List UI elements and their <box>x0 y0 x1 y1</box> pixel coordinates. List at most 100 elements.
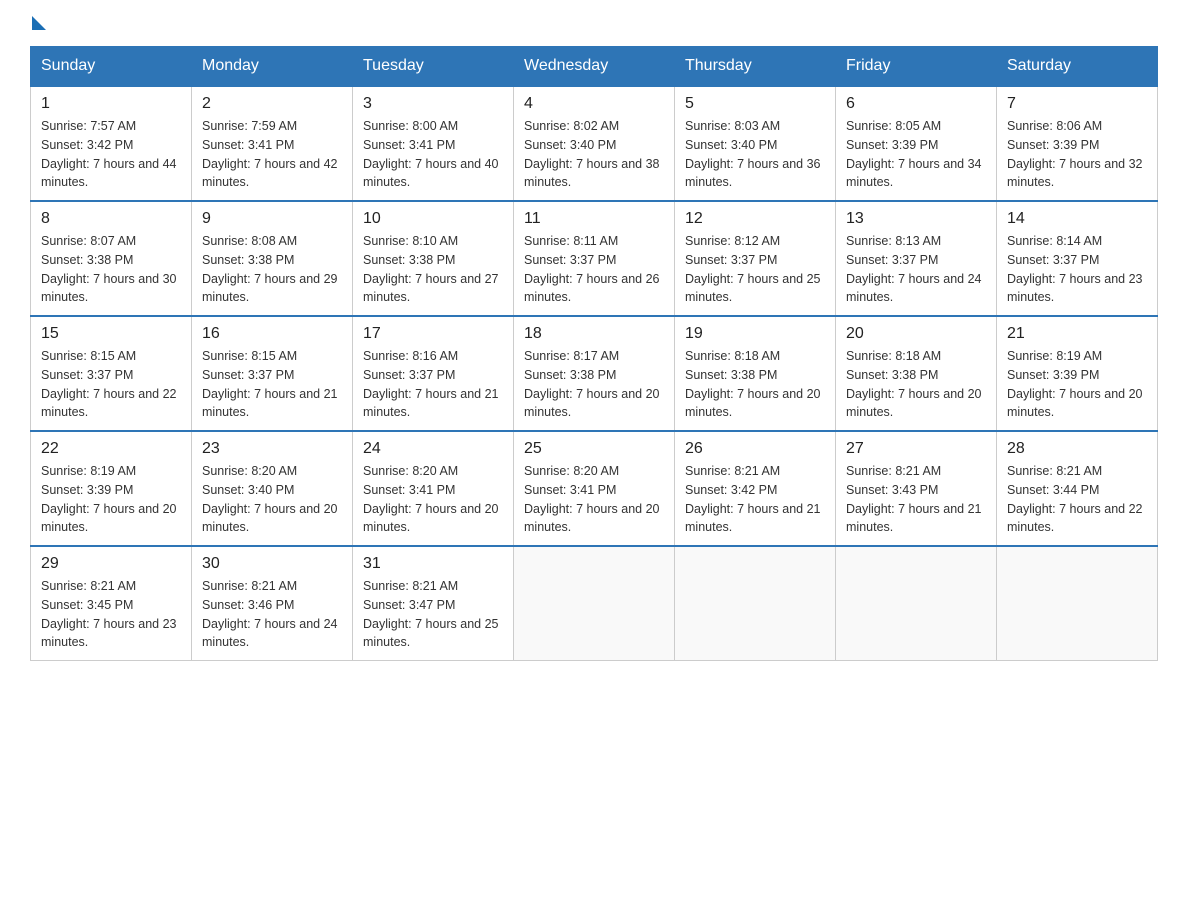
day-number: 17 <box>363 325 503 343</box>
calendar-cell: 13 Sunrise: 8:13 AMSunset: 3:37 PMDayligh… <box>836 201 997 316</box>
logo-area <box>30 20 46 26</box>
day-number: 22 <box>41 440 181 458</box>
calendar-cell: 23 Sunrise: 8:20 AMSunset: 3:40 PMDayligh… <box>192 431 353 546</box>
calendar-cell: 9 Sunrise: 8:08 AMSunset: 3:38 PMDaylight… <box>192 201 353 316</box>
day-number: 28 <box>1007 440 1147 458</box>
day-info: Sunrise: 8:07 AMSunset: 3:38 PMDaylight:… <box>41 232 181 307</box>
day-info: Sunrise: 7:59 AMSunset: 3:41 PMDaylight:… <box>202 117 342 192</box>
calendar-cell: 8 Sunrise: 8:07 AMSunset: 3:38 PMDaylight… <box>31 201 192 316</box>
calendar-cell: 6Sunrise: 8:05 AMSunset: 3:39 PMDaylight… <box>836 86 997 201</box>
day-info: Sunrise: 8:21 AMSunset: 3:44 PMDaylight:… <box>1007 462 1147 537</box>
day-info: Sunrise: 8:21 AMSunset: 3:42 PMDaylight:… <box>685 462 825 537</box>
day-info: Sunrise: 8:14 AMSunset: 3:37 PMDaylight:… <box>1007 232 1147 307</box>
calendar-cell: 31Sunrise: 8:21 AMSunset: 3:47 PMDayligh… <box>353 546 514 661</box>
day-number: 2 <box>202 95 342 113</box>
day-info: Sunrise: 8:20 AMSunset: 3:41 PMDaylight:… <box>524 462 664 537</box>
day-number: 25 <box>524 440 664 458</box>
calendar-cell: 5Sunrise: 8:03 AMSunset: 3:40 PMDaylight… <box>675 86 836 201</box>
day-number: 20 <box>846 325 986 343</box>
day-info: Sunrise: 8:16 AMSunset: 3:37 PMDaylight:… <box>363 347 503 422</box>
calendar-cell: 21Sunrise: 8:19 AMSunset: 3:39 PMDayligh… <box>997 316 1158 431</box>
calendar-cell: 29 Sunrise: 8:21 AMSunset: 3:45 PMDayligh… <box>31 546 192 661</box>
calendar-cell <box>997 546 1158 661</box>
day-number: 27 <box>846 440 986 458</box>
calendar-cell: 3 Sunrise: 8:00 AMSunset: 3:41 PMDaylight… <box>353 86 514 201</box>
day-info: Sunrise: 8:10 AMSunset: 3:38 PMDaylight:… <box>363 232 503 307</box>
calendar-week-row: 29 Sunrise: 8:21 AMSunset: 3:45 PMDayligh… <box>31 546 1158 661</box>
day-number: 13 <box>846 210 986 228</box>
calendar-cell: 30 Sunrise: 8:21 AMSunset: 3:46 PMDayligh… <box>192 546 353 661</box>
day-info: Sunrise: 8:21 AMSunset: 3:43 PMDaylight:… <box>846 462 986 537</box>
calendar-cell: 18 Sunrise: 8:17 AMSunset: 3:38 PMDayligh… <box>514 316 675 431</box>
calendar-cell: 22 Sunrise: 8:19 AMSunset: 3:39 PMDayligh… <box>31 431 192 546</box>
calendar-cell: 15 Sunrise: 8:15 AMSunset: 3:37 PMDayligh… <box>31 316 192 431</box>
day-number: 19 <box>685 325 825 343</box>
logo <box>30 20 46 30</box>
day-number: 18 <box>524 325 664 343</box>
calendar-cell <box>675 546 836 661</box>
weekday-header-thursday: Thursday <box>675 47 836 87</box>
calendar-cell: 2 Sunrise: 7:59 AMSunset: 3:41 PMDaylight… <box>192 86 353 201</box>
day-info: Sunrise: 8:13 AMSunset: 3:37 PMDaylight:… <box>846 232 986 307</box>
calendar-cell: 11Sunrise: 8:11 AMSunset: 3:37 PMDayligh… <box>514 201 675 316</box>
day-number: 26 <box>685 440 825 458</box>
calendar-cell: 17 Sunrise: 8:16 AMSunset: 3:37 PMDayligh… <box>353 316 514 431</box>
day-info: Sunrise: 8:02 AMSunset: 3:40 PMDaylight:… <box>524 117 664 192</box>
calendar-cell: 19 Sunrise: 8:18 AMSunset: 3:38 PMDayligh… <box>675 316 836 431</box>
page-header <box>30 20 1158 26</box>
calendar-cell: 10 Sunrise: 8:10 AMSunset: 3:38 PMDayligh… <box>353 201 514 316</box>
calendar-cell: 7Sunrise: 8:06 AMSunset: 3:39 PMDaylight… <box>997 86 1158 201</box>
day-number: 30 <box>202 555 342 573</box>
weekday-header-sunday: Sunday <box>31 47 192 87</box>
day-number: 11 <box>524 210 664 228</box>
day-number: 9 <box>202 210 342 228</box>
day-info: Sunrise: 8:03 AMSunset: 3:40 PMDaylight:… <box>685 117 825 192</box>
day-number: 4 <box>524 95 664 113</box>
day-number: 8 <box>41 210 181 228</box>
calendar-cell: 24Sunrise: 8:20 AMSunset: 3:41 PMDayligh… <box>353 431 514 546</box>
day-number: 29 <box>41 555 181 573</box>
day-number: 12 <box>685 210 825 228</box>
day-info: Sunrise: 8:08 AMSunset: 3:38 PMDaylight:… <box>202 232 342 307</box>
day-number: 15 <box>41 325 181 343</box>
calendar-cell: 20 Sunrise: 8:18 AMSunset: 3:38 PMDayligh… <box>836 316 997 431</box>
day-info: Sunrise: 8:00 AMSunset: 3:41 PMDaylight:… <box>363 117 503 192</box>
calendar-cell: 28 Sunrise: 8:21 AMSunset: 3:44 PMDayligh… <box>997 431 1158 546</box>
day-number: 7 <box>1007 95 1147 113</box>
weekday-header-wednesday: Wednesday <box>514 47 675 87</box>
day-number: 23 <box>202 440 342 458</box>
day-info: Sunrise: 8:05 AMSunset: 3:39 PMDaylight:… <box>846 117 986 192</box>
day-number: 3 <box>363 95 503 113</box>
day-info: Sunrise: 8:18 AMSunset: 3:38 PMDaylight:… <box>685 347 825 422</box>
weekday-header-friday: Friday <box>836 47 997 87</box>
calendar-cell: 14 Sunrise: 8:14 AMSunset: 3:37 PMDayligh… <box>997 201 1158 316</box>
day-number: 14 <box>1007 210 1147 228</box>
day-info: Sunrise: 8:21 AMSunset: 3:46 PMDaylight:… <box>202 577 342 652</box>
calendar-cell: 12 Sunrise: 8:12 AMSunset: 3:37 PMDayligh… <box>675 201 836 316</box>
day-info: Sunrise: 8:12 AMSunset: 3:37 PMDaylight:… <box>685 232 825 307</box>
day-number: 10 <box>363 210 503 228</box>
calendar-week-row: 1 Sunrise: 7:57 AMSunset: 3:42 PMDaylight… <box>31 86 1158 201</box>
day-info: Sunrise: 8:20 AMSunset: 3:40 PMDaylight:… <box>202 462 342 537</box>
calendar-cell: 4 Sunrise: 8:02 AMSunset: 3:40 PMDaylight… <box>514 86 675 201</box>
weekday-header-monday: Monday <box>192 47 353 87</box>
calendar-cell: 16 Sunrise: 8:15 AMSunset: 3:37 PMDayligh… <box>192 316 353 431</box>
calendar-cell: 26 Sunrise: 8:21 AMSunset: 3:42 PMDayligh… <box>675 431 836 546</box>
logo-triangle-icon <box>32 16 46 30</box>
day-number: 16 <box>202 325 342 343</box>
calendar-cell: 27 Sunrise: 8:21 AMSunset: 3:43 PMDayligh… <box>836 431 997 546</box>
calendar-week-row: 8 Sunrise: 8:07 AMSunset: 3:38 PMDaylight… <box>31 201 1158 316</box>
day-info: Sunrise: 8:19 AMSunset: 3:39 PMDaylight:… <box>41 462 181 537</box>
day-info: Sunrise: 7:57 AMSunset: 3:42 PMDaylight:… <box>41 117 181 192</box>
day-info: Sunrise: 8:15 AMSunset: 3:37 PMDaylight:… <box>202 347 342 422</box>
day-info: Sunrise: 8:17 AMSunset: 3:38 PMDaylight:… <box>524 347 664 422</box>
calendar-cell <box>514 546 675 661</box>
calendar-cell: 25 Sunrise: 8:20 AMSunset: 3:41 PMDayligh… <box>514 431 675 546</box>
day-number: 1 <box>41 95 181 113</box>
calendar-week-row: 22 Sunrise: 8:19 AMSunset: 3:39 PMDayligh… <box>31 431 1158 546</box>
day-info: Sunrise: 8:18 AMSunset: 3:38 PMDaylight:… <box>846 347 986 422</box>
calendar-header-row: SundayMondayTuesdayWednesdayThursdayFrid… <box>31 47 1158 87</box>
day-info: Sunrise: 8:21 AMSunset: 3:45 PMDaylight:… <box>41 577 181 652</box>
day-number: 21 <box>1007 325 1147 343</box>
day-info: Sunrise: 8:15 AMSunset: 3:37 PMDaylight:… <box>41 347 181 422</box>
